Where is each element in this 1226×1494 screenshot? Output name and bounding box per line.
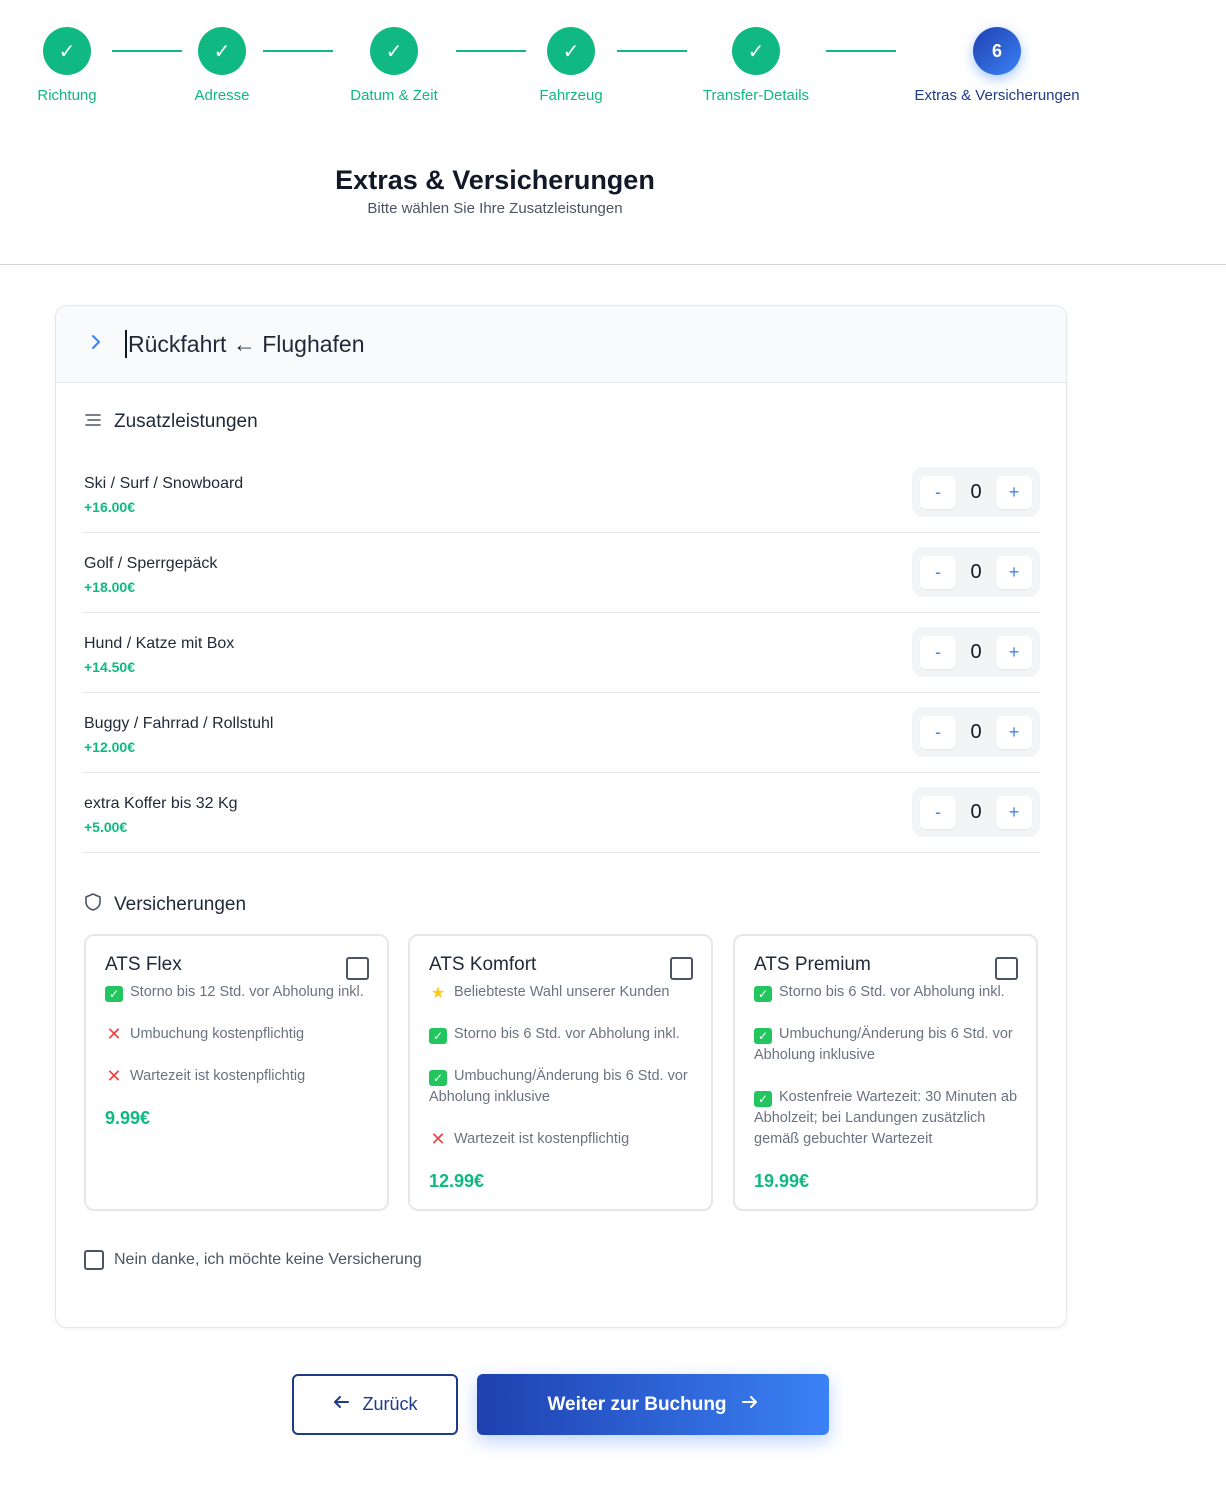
insurance-heading-label: Versicherungen (114, 893, 247, 915)
check-box-icon: ✓ (754, 1091, 772, 1107)
extras-heading: Zusatzleistungen (84, 411, 258, 433)
step-transfer-details[interactable]: ✓ Transfer-Details (656, 27, 856, 104)
back-button[interactable]: Zurück (292, 1374, 458, 1435)
step-label: Adresse (194, 87, 250, 104)
insurance-name: ATS Komfort (429, 954, 537, 975)
insurance-card-komfort[interactable]: ATS Komfort ★ Beliebteste Wahl unserer Ku… (408, 934, 713, 1211)
step-adresse[interactable]: ✓ Adresse (122, 27, 322, 104)
step-label: Transfer-Details (702, 87, 810, 104)
star-icon: ★ (430, 985, 446, 1002)
check-icon: ✓ (43, 27, 91, 75)
increment-button[interactable]: + (996, 476, 1032, 509)
extra-item: Ski / Surf / Snowboard +16.00€ - 0 + (84, 453, 1040, 533)
trip-card: Rückfahrt ← Flughafen Zusatzleistungen S… (55, 305, 1067, 1328)
step-number: 6 (973, 27, 1021, 75)
insurance-price: 9.99€ (105, 1108, 151, 1128)
extra-name: extra Koffer bis 32 Kg (84, 795, 238, 812)
insurance-checkbox[interactable] (346, 957, 369, 980)
extra-item: Buggy / Fahrrad / Rollstuhl +12.00€ - 0 … (84, 693, 1040, 773)
step-fahrzeug[interactable]: ✓ Fahrzeug (471, 27, 671, 104)
increment-button[interactable]: + (996, 796, 1032, 829)
extra-price: +5.00€ (84, 819, 128, 835)
check-box-icon: ✓ (754, 1028, 772, 1044)
continue-button-label: Weiter zur Buchung (547, 1393, 727, 1415)
cross-icon: ✕ (430, 1129, 446, 1149)
increment-button[interactable]: + (996, 556, 1032, 589)
step-label: Fahrzeug (539, 87, 603, 104)
check-icon: ✓ (370, 27, 418, 75)
no-insurance-label: Nein danke, ich möchte keine Versicherun… (114, 1251, 422, 1268)
increment-button[interactable]: + (996, 636, 1032, 669)
step-label: Extras & Versicherungen (914, 87, 1080, 104)
quantity-stepper: - 0 + (912, 467, 1040, 517)
insurance-checkbox[interactable] (995, 957, 1018, 980)
extra-name: Buggy / Fahrrad / Rollstuhl (84, 715, 274, 732)
insurance-feature: ✕ Umbuchung kostenpflichtig (106, 1024, 305, 1044)
quantity-stepper: - 0 + (912, 707, 1040, 757)
shield-icon (84, 892, 114, 917)
extra-price: +18.00€ (84, 579, 135, 595)
trip-header[interactable]: Rückfahrt ← Flughafen (56, 306, 1066, 383)
insurance-feature: ✓ Kostenfreie Wartezeit: 30 Minuten ab Ab… (754, 1089, 1018, 1147)
continue-button[interactable]: Weiter zur Buchung (477, 1374, 829, 1435)
quantity-stepper: - 0 + (912, 627, 1040, 677)
cross-icon: ✕ (106, 1024, 122, 1044)
step-datum-zeit[interactable]: ✓ Datum & Zeit (294, 27, 494, 104)
extra-item: Hund / Katze mit Box +14.50€ - 0 + (84, 613, 1040, 693)
no-insurance-checkbox[interactable] (84, 1250, 104, 1270)
check-icon: ✓ (198, 27, 246, 75)
insurance-feature: ✓ Storno bis 6 Std. vor Abholung inkl. (754, 982, 1018, 1003)
extra-name: Ski / Surf / Snowboard (84, 475, 244, 492)
list-icon (84, 412, 114, 432)
extra-item: extra Koffer bis 32 Kg +5.00€ - 0 + (84, 773, 1040, 853)
check-box-icon: ✓ (105, 986, 123, 1002)
check-icon: ✓ (547, 27, 595, 75)
insurance-checkbox[interactable] (670, 957, 693, 980)
step-label: Datum & Zeit (350, 87, 438, 104)
step-extras-versicherungen: 6 Extras & Versicherungen (897, 27, 1097, 104)
page-title: Extras & Versicherungen (335, 165, 655, 195)
extra-name: Hund / Katze mit Box (84, 635, 235, 652)
insurance-feature: ✕ Wartezeit ist kostenpflichtig (430, 1129, 630, 1149)
extra-price: +16.00€ (84, 499, 135, 515)
insurance-price: 12.99€ (429, 1171, 485, 1191)
back-button-label: Zurück (362, 1394, 418, 1414)
no-insurance-option[interactable]: Nein danke, ich möchte keine Versicherun… (84, 1250, 422, 1270)
insurance-feature: ✓ Umbuchung/Änderung bis 6 Std. vor Abhol… (754, 1026, 1013, 1063)
page-subtitle: Bitte wählen Sie Ihre Zusatzleistungen (367, 200, 623, 217)
insurance-name: ATS Flex (105, 954, 182, 975)
extra-price: +14.50€ (84, 659, 135, 675)
extra-price: +12.00€ (84, 739, 135, 755)
increment-button[interactable]: + (996, 716, 1032, 749)
chevron-right-icon[interactable] (89, 331, 125, 357)
extras-heading-label: Zusatzleistungen (114, 411, 258, 432)
cross-icon: ✕ (106, 1066, 122, 1086)
insurance-feature: ✓ Storno bis 6 Std. vor Abholung inkl. (429, 1024, 693, 1045)
progress-stepper: ✓ Richtung ✓ Adresse ✓ Datum & Zeit ✓ Fa… (0, 0, 1226, 120)
trip-title: Rückfahrt ← Flughafen (125, 330, 365, 358)
insurance-price: 19.99€ (754, 1171, 810, 1191)
insurance-feature: ✓ Storno bis 12 Std. vor Abholung inkl. (105, 982, 369, 1003)
check-box-icon: ✓ (429, 1070, 447, 1086)
check-icon: ✓ (732, 27, 780, 75)
extra-item: Golf / Sperrgepäck +18.00€ - 0 + (84, 533, 1040, 613)
insurance-card-premium[interactable]: ATS Premium ✓ Storno bis 6 Std. vor Abhol… (733, 934, 1038, 1211)
extra-name: Golf / Sperrgepäck (84, 555, 218, 572)
quantity-stepper: - 0 + (912, 787, 1040, 837)
check-box-icon: ✓ (429, 1028, 447, 1044)
header-divider (0, 264, 1226, 265)
quantity-stepper: - 0 + (912, 547, 1040, 597)
insurance-feature: ★ Beliebteste Wahl unserer Kunden (430, 984, 670, 1002)
insurance-heading: Versicherungen (84, 892, 246, 917)
check-box-icon: ✓ (754, 986, 772, 1002)
insurance-feature: ✕ Wartezeit ist kostenpflichtig (106, 1066, 306, 1086)
insurance-card-flex[interactable]: ATS Flex ✓ Storno bis 12 Std. vor Abholun… (84, 934, 389, 1211)
insurance-feature: ✓ Umbuchung/Änderung bis 6 Std. vor Abhol… (429, 1068, 688, 1105)
insurance-name: ATS Premium (754, 954, 871, 975)
arrow-right-icon (741, 1393, 759, 1416)
arrow-left-icon (332, 1393, 350, 1416)
